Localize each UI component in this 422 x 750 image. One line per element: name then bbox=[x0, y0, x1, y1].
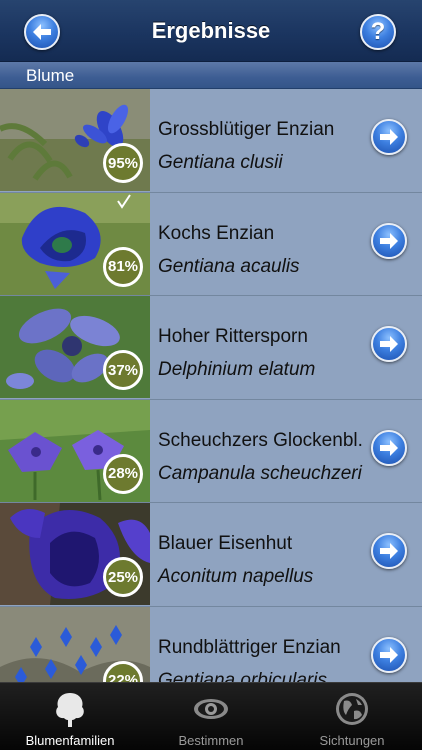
common-name: Hoher Rittersporn bbox=[158, 326, 308, 347]
help-button[interactable]: ? bbox=[360, 14, 396, 50]
detail-button[interactable] bbox=[371, 429, 407, 466]
results-list: 95% Grossblütiger Enzian Gentiana clusii bbox=[0, 89, 422, 682]
latin-name: Gentiana clusii bbox=[158, 152, 283, 173]
tab-label: Bestimmen bbox=[178, 733, 244, 748]
page-title: Ergebnisse bbox=[151, 18, 271, 43]
flower-thumbnail: 37% bbox=[0, 296, 150, 398]
eye-icon bbox=[194, 699, 228, 719]
result-row[interactable]: 37% Hoher Rittersporn Delphinium elatum bbox=[0, 296, 422, 400]
result-row[interactable]: 28% Scheuchzers Glockenbl. Campanula sch… bbox=[0, 399, 422, 503]
common-name: Kochs Enzian bbox=[158, 222, 275, 244]
latin-name: Delphinium elatum bbox=[158, 359, 316, 380]
arrow-right-icon bbox=[380, 646, 398, 663]
detail-button[interactable] bbox=[371, 533, 407, 569]
globe-icon bbox=[336, 693, 368, 725]
match-badge: 81% bbox=[103, 246, 143, 287]
result-row[interactable]: 81% Kochs Enzian Gentiana acaulis bbox=[0, 192, 422, 296]
arrow-right-icon bbox=[380, 439, 398, 456]
tab-bar: Blumenfamilien Bestimmen Sichtungen bbox=[0, 682, 422, 750]
common-name: Grossblütiger Enzian bbox=[158, 119, 335, 140]
common-name: Rundblättriger Enzian bbox=[158, 636, 341, 658]
arrow-right-icon bbox=[380, 543, 398, 559]
flower-thumbnail: 22% bbox=[0, 606, 150, 682]
arrow-right-icon bbox=[380, 129, 398, 145]
flower-thumbnail: 25% bbox=[0, 503, 150, 605]
flower-thumbnail: 95% bbox=[0, 89, 150, 191]
match-badge: 28% bbox=[103, 453, 143, 494]
detail-button[interactable] bbox=[371, 222, 407, 259]
flower-thumbnail: 28% bbox=[0, 399, 150, 502]
match-badge: 37% bbox=[103, 350, 143, 390]
tab-bestimmen[interactable]: Bestimmen bbox=[141, 683, 281, 750]
result-row[interactable]: 22% Rundblättriger Enzian Gentiana orbic… bbox=[0, 606, 422, 683]
detail-button[interactable] bbox=[371, 326, 407, 362]
tree-icon bbox=[56, 693, 84, 727]
match-badge: 25% bbox=[103, 557, 143, 597]
section-header: Blume bbox=[0, 62, 422, 89]
latin-name: Gentiana orbicularis bbox=[158, 669, 327, 683]
detail-button[interactable] bbox=[371, 636, 407, 673]
latin-name: Gentiana acaulis bbox=[158, 255, 300, 277]
tab-sichtungen[interactable]: Sichtungen bbox=[282, 683, 422, 750]
common-name: Blauer Eisenhut bbox=[158, 533, 293, 554]
tab-label: Sichtungen bbox=[319, 733, 385, 748]
tab-blumenfamilien[interactable]: Blumenfamilien bbox=[0, 683, 140, 750]
arrow-right-icon bbox=[380, 336, 398, 352]
navigation-bar: Ergebnisse ? bbox=[0, 0, 422, 62]
detail-button[interactable] bbox=[371, 119, 407, 155]
result-row[interactable]: 95% Grossblütiger Enzian Gentiana clusii bbox=[0, 89, 422, 193]
app-screen: Ergebnisse ? Blume 95% Grossblütiger Enz… bbox=[0, 0, 422, 750]
result-row[interactable]: 25% Blauer Eisenhut Aconitum napellus bbox=[0, 503, 422, 607]
help-icon: ? bbox=[370, 18, 386, 45]
latin-name: Aconitum napellus bbox=[158, 566, 314, 587]
flower-thumbnail: 81% bbox=[0, 192, 150, 295]
arrow-right-icon bbox=[380, 232, 398, 249]
tab-label: Blumenfamilien bbox=[25, 733, 115, 748]
common-name: Scheuchzers Glockenbl. bbox=[158, 429, 363, 451]
match-badge: 95% bbox=[103, 143, 143, 183]
latin-name: Campanula scheuchzeri bbox=[158, 462, 362, 484]
